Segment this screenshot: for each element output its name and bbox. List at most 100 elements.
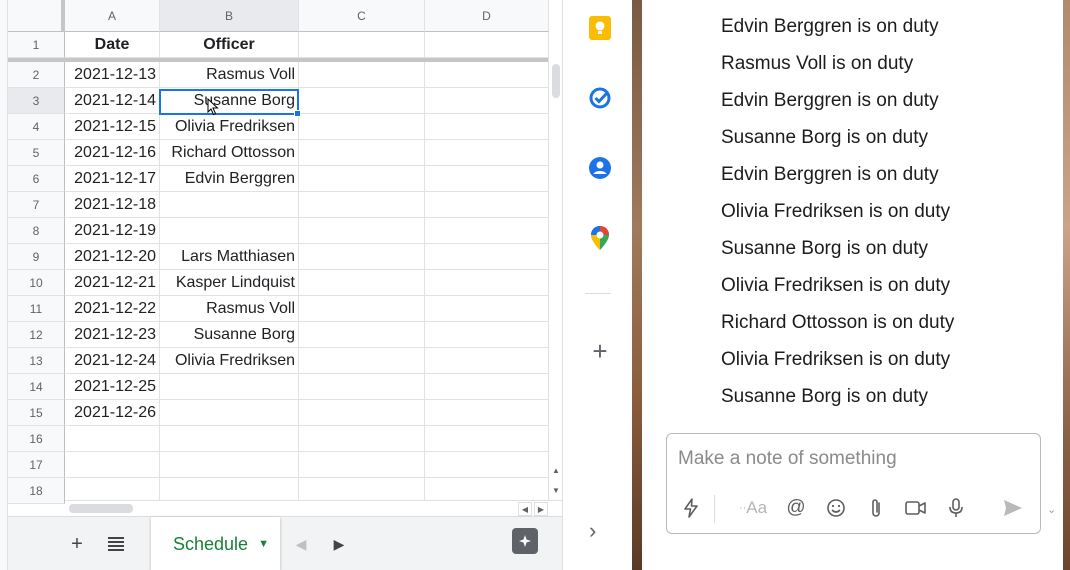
vertical-scroll-thumb[interactable] (552, 64, 560, 98)
cell-date[interactable]: 2021-12-17 (65, 166, 160, 192)
maps-icon[interactable] (587, 225, 613, 251)
cell-date[interactable]: 2021-12-22 (65, 296, 160, 322)
scroll-tabs-right-icon[interactable]: ▶ (324, 529, 354, 559)
cell-officer[interactable] (160, 452, 299, 478)
row-header[interactable]: 9 (8, 244, 65, 270)
cell[interactable] (425, 88, 549, 114)
cell-officer[interactable] (160, 374, 299, 400)
cell-date[interactable]: 2021-12-23 (65, 322, 160, 348)
cell-date[interactable] (65, 426, 160, 452)
cell-date[interactable]: 2021-12-19 (65, 218, 160, 244)
attachment-icon[interactable] (863, 495, 889, 521)
cell-officer[interactable]: Rasmus Voll (160, 62, 299, 88)
column-header-a[interactable]: A (65, 0, 160, 32)
row-header[interactable]: 13 (8, 348, 65, 374)
row-header[interactable]: 15 (8, 400, 65, 426)
send-options-chevron-icon[interactable]: ⌄ (1047, 503, 1056, 516)
horizontal-scrollbar[interactable]: ◀ ▶ (65, 500, 562, 516)
cell-date[interactable]: 2021-12-13 (65, 62, 160, 88)
add-sheet-icon[interactable]: + (62, 529, 92, 559)
cell[interactable] (425, 244, 549, 270)
cell-date[interactable]: 2021-12-26 (65, 400, 160, 426)
header-cell-officer[interactable]: Officer (160, 32, 299, 58)
cell[interactable] (299, 166, 425, 192)
cell-officer[interactable] (160, 426, 299, 452)
cell[interactable] (299, 192, 425, 218)
cell-officer[interactable]: Olivia Fredriksen (160, 114, 299, 140)
cell-date[interactable]: 2021-12-16 (65, 140, 160, 166)
row-header[interactable]: 16 (8, 426, 65, 452)
cell-date[interactable]: 2021-12-15 (65, 114, 160, 140)
horizontal-scroll-thumb[interactable] (69, 504, 133, 513)
cell-officer[interactable]: Rasmus Voll (160, 296, 299, 322)
vertical-scrollbar[interactable]: ▲ ▼ (548, 58, 562, 500)
keep-icon[interactable] (587, 15, 613, 41)
row-header[interactable]: 6 (8, 166, 65, 192)
cell[interactable] (299, 218, 425, 244)
cell[interactable] (425, 270, 549, 296)
scroll-down-icon[interactable]: ▼ (549, 483, 562, 497)
cell[interactable] (425, 322, 549, 348)
column-header-d[interactable]: D (425, 0, 549, 32)
all-sheets-icon[interactable] (101, 529, 131, 559)
cell[interactable] (299, 140, 425, 166)
microphone-icon[interactable] (943, 495, 969, 521)
cell-officer[interactable]: Kasper Lindquist (160, 270, 299, 296)
cell[interactable] (299, 296, 425, 322)
cell[interactable] (425, 452, 549, 478)
cell[interactable] (425, 140, 549, 166)
row-header[interactable]: 5 (8, 140, 65, 166)
cell-date[interactable]: 2021-12-18 (65, 192, 160, 218)
select-all-corner[interactable] (8, 0, 65, 32)
row-header[interactable]: 18 (8, 478, 65, 504)
cell[interactable] (299, 244, 425, 270)
row-header[interactable]: 4 (8, 114, 65, 140)
column-header-c[interactable]: C (299, 0, 425, 32)
cell[interactable] (299, 114, 425, 140)
cell[interactable] (299, 400, 425, 426)
cell-date[interactable]: 2021-12-20 (65, 244, 160, 270)
cell[interactable] (425, 32, 549, 58)
row-header[interactable]: 17 (8, 452, 65, 478)
row-header[interactable]: 2 (8, 62, 65, 88)
cell[interactable] (425, 166, 549, 192)
cell[interactable] (425, 426, 549, 452)
send-icon[interactable] (1000, 495, 1026, 521)
message-composer[interactable]: ··Aa @ (666, 433, 1041, 534)
cell[interactable] (425, 114, 549, 140)
cell[interactable] (299, 32, 425, 58)
cell[interactable] (299, 88, 425, 114)
cell[interactable] (425, 374, 549, 400)
row-header[interactable]: 11 (8, 296, 65, 322)
cell[interactable] (425, 62, 549, 88)
cell[interactable] (299, 348, 425, 374)
tasks-icon[interactable] (587, 85, 613, 111)
row-header[interactable]: 8 (8, 218, 65, 244)
cell[interactable] (425, 400, 549, 426)
cell-officer[interactable]: Susanne Borg (160, 88, 299, 114)
mention-icon[interactable]: @ (783, 495, 809, 521)
spreadsheet-grid[interactable]: A B C D 1 Date Officer 2 2021-12-13 Rasmus… (8, 0, 562, 516)
scroll-left-icon[interactable]: ◀ (518, 502, 532, 516)
scroll-tabs-left-icon[interactable]: ◀ (286, 529, 316, 559)
cell-officer[interactable]: Edvin Berggren (160, 166, 299, 192)
cell-date[interactable]: 2021-12-14 (65, 88, 160, 114)
emoji-icon[interactable] (823, 495, 849, 521)
row-header[interactable]: 3 (8, 88, 65, 114)
cell[interactable] (299, 452, 425, 478)
cell[interactable] (299, 426, 425, 452)
note-input[interactable] (678, 448, 1028, 470)
scroll-right-icon[interactable]: ▶ (534, 502, 548, 516)
row-header[interactable]: 1 (8, 32, 65, 58)
scroll-up-icon[interactable]: ▲ (549, 463, 562, 477)
formatting-button[interactable]: ·· Aa (735, 495, 771, 521)
cell[interactable] (425, 192, 549, 218)
add-icon[interactable]: + (587, 336, 613, 366)
cell-officer[interactable]: Richard Ottosson (160, 140, 299, 166)
sheet-tab-schedule[interactable]: Schedule ▼ (151, 517, 280, 570)
chevron-down-icon[interactable]: ▼ (258, 538, 269, 550)
explore-icon[interactable] (512, 528, 538, 554)
row-header[interactable]: 10 (8, 270, 65, 296)
contacts-icon[interactable] (587, 155, 613, 181)
cell-date[interactable]: 2021-12-21 (65, 270, 160, 296)
